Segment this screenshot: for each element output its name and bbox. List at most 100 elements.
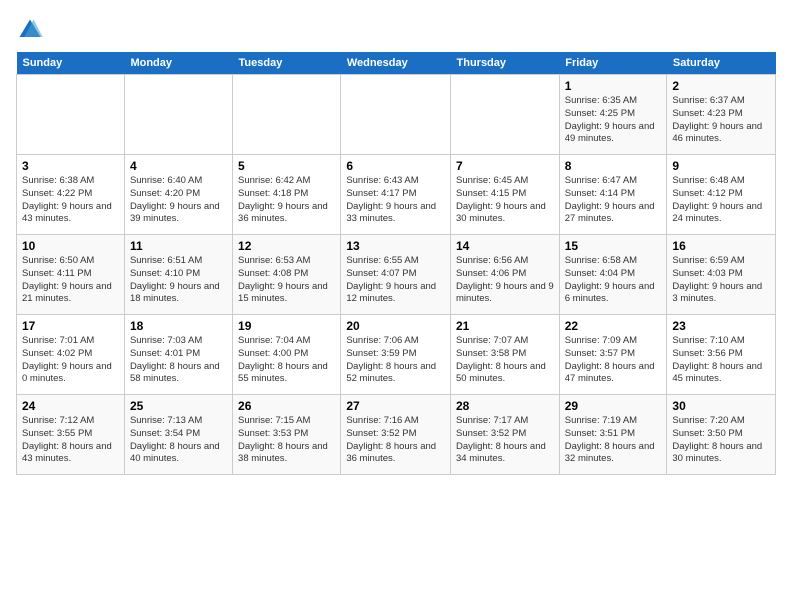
day-info: Sunrise: 7:17 AMSunset: 3:52 PMDaylight:… [456, 415, 554, 466]
day-number: 20 [346, 319, 445, 333]
day-info: Sunrise: 7:16 AMSunset: 3:52 PMDaylight:… [346, 415, 445, 466]
day-info: Sunrise: 6:58 AMSunset: 4:04 PMDaylight:… [565, 255, 662, 306]
day-number: 10 [22, 239, 119, 253]
day-number: 25 [130, 399, 227, 413]
day-info: Sunrise: 6:53 AMSunset: 4:08 PMDaylight:… [238, 255, 335, 306]
day-number: 26 [238, 399, 335, 413]
day-header-saturday: Saturday [667, 52, 776, 75]
calendar-cell: 27 Sunrise: 7:16 AMSunset: 3:52 PMDayligh… [341, 395, 451, 475]
day-info: Sunrise: 6:42 AMSunset: 4:18 PMDaylight:… [238, 175, 335, 226]
calendar-week-row: 10 Sunrise: 6:50 AMSunset: 4:11 PMDayligh… [17, 235, 776, 315]
day-info: Sunrise: 6:56 AMSunset: 4:06 PMDaylight:… [456, 255, 554, 306]
calendar-cell: 12 Sunrise: 6:53 AMSunset: 4:08 PMDayligh… [233, 235, 341, 315]
calendar-week-row: 1 Sunrise: 6:35 AMSunset: 4:25 PMDaylight… [17, 75, 776, 155]
calendar-cell: 18 Sunrise: 7:03 AMSunset: 4:01 PMDayligh… [124, 315, 232, 395]
day-number: 3 [22, 159, 119, 173]
day-number: 13 [346, 239, 445, 253]
day-info: Sunrise: 7:20 AMSunset: 3:50 PMDaylight:… [672, 415, 770, 466]
day-number: 28 [456, 399, 554, 413]
day-number: 8 [565, 159, 662, 173]
day-info: Sunrise: 6:45 AMSunset: 4:15 PMDaylight:… [456, 175, 554, 226]
calendar-week-row: 3 Sunrise: 6:38 AMSunset: 4:22 PMDaylight… [17, 155, 776, 235]
day-info: Sunrise: 6:47 AMSunset: 4:14 PMDaylight:… [565, 175, 662, 226]
day-info: Sunrise: 7:13 AMSunset: 3:54 PMDaylight:… [130, 415, 227, 466]
day-info: Sunrise: 6:51 AMSunset: 4:10 PMDaylight:… [130, 255, 227, 306]
calendar-cell: 1 Sunrise: 6:35 AMSunset: 4:25 PMDaylight… [559, 75, 667, 155]
day-info: Sunrise: 6:40 AMSunset: 4:20 PMDaylight:… [130, 175, 227, 226]
day-number: 11 [130, 239, 227, 253]
day-number: 24 [22, 399, 119, 413]
calendar-cell: 13 Sunrise: 6:55 AMSunset: 4:07 PMDayligh… [341, 235, 451, 315]
calendar-cell: 29 Sunrise: 7:19 AMSunset: 3:51 PMDayligh… [559, 395, 667, 475]
day-info: Sunrise: 6:50 AMSunset: 4:11 PMDaylight:… [22, 255, 119, 306]
calendar-cell: 22 Sunrise: 7:09 AMSunset: 3:57 PMDayligh… [559, 315, 667, 395]
calendar-week-row: 17 Sunrise: 7:01 AMSunset: 4:02 PMDayligh… [17, 315, 776, 395]
day-header-sunday: Sunday [17, 52, 125, 75]
calendar-cell [17, 75, 125, 155]
day-info: Sunrise: 7:01 AMSunset: 4:02 PMDaylight:… [22, 335, 119, 386]
day-info: Sunrise: 6:55 AMSunset: 4:07 PMDaylight:… [346, 255, 445, 306]
day-number: 6 [346, 159, 445, 173]
day-number: 30 [672, 399, 770, 413]
calendar-cell: 14 Sunrise: 6:56 AMSunset: 4:06 PMDayligh… [451, 235, 560, 315]
header [16, 16, 776, 44]
day-info: Sunrise: 7:15 AMSunset: 3:53 PMDaylight:… [238, 415, 335, 466]
day-number: 12 [238, 239, 335, 253]
calendar-cell: 19 Sunrise: 7:04 AMSunset: 4:00 PMDayligh… [233, 315, 341, 395]
logo-icon [16, 16, 44, 44]
day-info: Sunrise: 6:37 AMSunset: 4:23 PMDaylight:… [672, 95, 770, 146]
calendar-cell: 11 Sunrise: 6:51 AMSunset: 4:10 PMDayligh… [124, 235, 232, 315]
day-number: 16 [672, 239, 770, 253]
day-number: 21 [456, 319, 554, 333]
calendar-cell: 17 Sunrise: 7:01 AMSunset: 4:02 PMDayligh… [17, 315, 125, 395]
day-number: 1 [565, 79, 662, 93]
day-number: 4 [130, 159, 227, 173]
calendar-week-row: 24Sunrise: 7:12 AMSunset: 3:55 PMDayligh… [17, 395, 776, 475]
calendar-cell: 6 Sunrise: 6:43 AMSunset: 4:17 PMDaylight… [341, 155, 451, 235]
day-number: 27 [346, 399, 445, 413]
day-info: Sunrise: 7:09 AMSunset: 3:57 PMDaylight:… [565, 335, 662, 386]
day-info: Sunrise: 7:03 AMSunset: 4:01 PMDaylight:… [130, 335, 227, 386]
calendar-cell: 16 Sunrise: 6:59 AMSunset: 4:03 PMDayligh… [667, 235, 776, 315]
day-number: 15 [565, 239, 662, 253]
calendar-cell: 3 Sunrise: 6:38 AMSunset: 4:22 PMDaylight… [17, 155, 125, 235]
day-number: 14 [456, 239, 554, 253]
calendar-cell [233, 75, 341, 155]
calendar-cell: 8 Sunrise: 6:47 AMSunset: 4:14 PMDaylight… [559, 155, 667, 235]
day-info: Sunrise: 7:19 AMSunset: 3:51 PMDaylight:… [565, 415, 662, 466]
calendar-header-row: SundayMondayTuesdayWednesdayThursdayFrid… [17, 52, 776, 75]
calendar-cell: 15 Sunrise: 6:58 AMSunset: 4:04 PMDayligh… [559, 235, 667, 315]
calendar-cell: 20Sunrise: 7:06 AMSunset: 3:59 PMDayligh… [341, 315, 451, 395]
day-info: Sunrise: 7:04 AMSunset: 4:00 PMDaylight:… [238, 335, 335, 386]
day-number: 22 [565, 319, 662, 333]
calendar-cell: 10 Sunrise: 6:50 AMSunset: 4:11 PMDayligh… [17, 235, 125, 315]
calendar-cell: 5 Sunrise: 6:42 AMSunset: 4:18 PMDaylight… [233, 155, 341, 235]
day-number: 9 [672, 159, 770, 173]
calendar-cell [341, 75, 451, 155]
calendar-cell: 7 Sunrise: 6:45 AMSunset: 4:15 PMDaylight… [451, 155, 560, 235]
calendar-cell: 25 Sunrise: 7:13 AMSunset: 3:54 PMDayligh… [124, 395, 232, 475]
calendar-cell: 24Sunrise: 7:12 AMSunset: 3:55 PMDayligh… [17, 395, 125, 475]
day-info: Sunrise: 6:59 AMSunset: 4:03 PMDaylight:… [672, 255, 770, 306]
day-number: 2 [672, 79, 770, 93]
day-info: Sunrise: 7:10 AMSunset: 3:56 PMDaylight:… [672, 335, 770, 386]
calendar-cell: 4 Sunrise: 6:40 AMSunset: 4:20 PMDaylight… [124, 155, 232, 235]
day-info: Sunrise: 7:07 AMSunset: 3:58 PMDaylight:… [456, 335, 554, 386]
day-info: Sunrise: 6:35 AMSunset: 4:25 PMDaylight:… [565, 95, 662, 146]
day-info: Sunrise: 6:38 AMSunset: 4:22 PMDaylight:… [22, 175, 119, 226]
day-number: 17 [22, 319, 119, 333]
day-number: 19 [238, 319, 335, 333]
day-header-friday: Friday [559, 52, 667, 75]
calendar-cell: 28 Sunrise: 7:17 AMSunset: 3:52 PMDayligh… [451, 395, 560, 475]
day-number: 29 [565, 399, 662, 413]
day-number: 5 [238, 159, 335, 173]
calendar-cell: 23Sunrise: 7:10 AMSunset: 3:56 PMDayligh… [667, 315, 776, 395]
day-header-thursday: Thursday [451, 52, 560, 75]
calendar-cell: 26 Sunrise: 7:15 AMSunset: 3:53 PMDayligh… [233, 395, 341, 475]
calendar-table: SundayMondayTuesdayWednesdayThursdayFrid… [16, 52, 776, 475]
day-number: 18 [130, 319, 227, 333]
day-info: Sunrise: 6:43 AMSunset: 4:17 PMDaylight:… [346, 175, 445, 226]
day-number: 7 [456, 159, 554, 173]
calendar-cell: 21 Sunrise: 7:07 AMSunset: 3:58 PMDayligh… [451, 315, 560, 395]
day-header-monday: Monday [124, 52, 232, 75]
